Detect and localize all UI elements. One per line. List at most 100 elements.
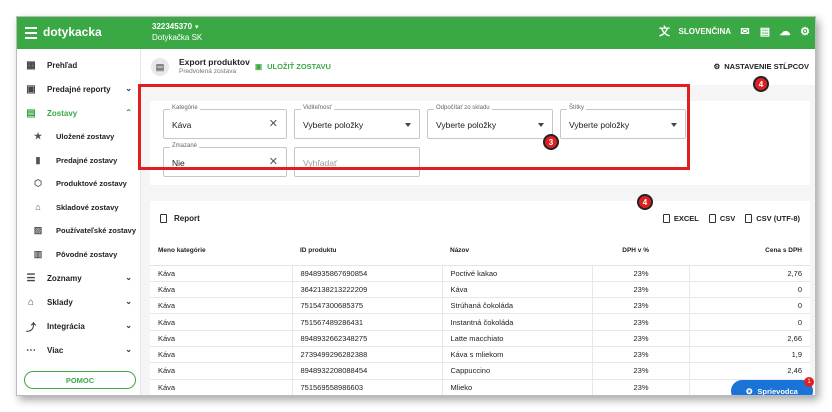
- document-icon[interactable]: ▤: [759, 25, 771, 38]
- integration-icon: ⤴: [26, 322, 36, 334]
- table-row[interactable]: Káva 8948935867690854 Poctivé kakao 23% 2,76: [150, 265, 810, 282]
- cloud-icon[interactable]: ☁: [779, 25, 791, 38]
- column-settings-label: NASTAVENIE STĹPCOV: [724, 62, 809, 71]
- excel-icon: [662, 214, 670, 223]
- table-cell: Latte macchiato: [442, 330, 593, 347]
- app-window: dotykacka 322345370 ▾ Dotykačka SK 文 SLOV…: [16, 16, 816, 396]
- save-report-button[interactable]: ▣ ULOŽIŤ ZOSTAVU: [255, 62, 331, 71]
- sidebar-item-viac[interactable]: ⋯ Viac ⌄: [17, 338, 140, 362]
- warehouse-icon: ⌂: [35, 202, 41, 213]
- table-cell: Káva: [150, 346, 293, 364]
- table-cell: Káva: [150, 313, 293, 331]
- table-cell: 751575557595907: [292, 395, 442, 396]
- annotation-badge: 3: [543, 134, 559, 150]
- sidebar-item-zoznamy[interactable]: ☰ Zoznamy ⌄: [17, 266, 140, 290]
- column-settings-button[interactable]: ⚙ NASTAVENIE STĹPCOV: [714, 62, 809, 71]
- table-row[interactable]: Káva 751567489286431 Instantná čokoláda 23%…: [150, 313, 810, 331]
- sidebar-item-label: Zostavy: [47, 108, 78, 118]
- language-selector[interactable]: SLOVENČINA: [679, 27, 731, 36]
- export-csv-utf8-button[interactable]: CSV (UTF-8): [745, 214, 800, 223]
- table-cell: 23%: [592, 395, 689, 396]
- guide-label: Sprievodca: [757, 386, 798, 396]
- table-cell: Káva: [150, 265, 293, 282]
- annotation-badge: 4: [637, 194, 653, 210]
- sidebar-sub-skladove-zostavy[interactable]: ⌂ Skladové zostavy: [17, 196, 140, 220]
- dashboard-icon: ▦: [26, 59, 36, 71]
- table-cell: Mlieko: [442, 379, 593, 395]
- table-row[interactable]: Káva 8948932662348275 Latte macchiato 23% 2,…: [150, 330, 810, 347]
- table-row[interactable]: Káva 8948932208088454 Cappuccino 23% 2,46: [150, 362, 810, 380]
- table-cell: Káva: [150, 281, 293, 299]
- company-id: 322345370: [152, 22, 193, 31]
- csv-icon: [745, 214, 753, 223]
- export-csv-button[interactable]: CSV: [708, 214, 736, 223]
- sidebar-item-label: Predajné zostavy: [56, 155, 118, 165]
- company-name: Dotykačka SK: [152, 33, 203, 42]
- table-cell: Instantná čokoláda: [442, 313, 593, 331]
- report-title: Report: [160, 214, 200, 223]
- column-header[interactable]: Meno kategórie: [150, 237, 292, 266]
- chevron-down-icon: ⌄: [125, 321, 132, 330]
- chevron-down-icon: ⌄: [125, 84, 132, 93]
- caret-down-icon: ▾: [195, 24, 199, 31]
- sidebar-item-label: Používateľské zostavy: [56, 226, 137, 236]
- table-cell: 751569558986603: [292, 379, 443, 395]
- table-cell: 8948935867690854: [292, 265, 443, 282]
- sidebar-item-zostavy[interactable]: ▤ Zostavy ⌃: [17, 101, 140, 125]
- column-header[interactable]: Cena s DPH: [689, 237, 810, 266]
- csv-icon: [708, 214, 716, 223]
- table-row[interactable]: Káva751575557595907Cukor23%0: [150, 395, 810, 396]
- guide-button[interactable]: ✪ Sprievodca: [731, 380, 813, 396]
- sidebar-sub-predajne-zostavy[interactable]: ▮ Predajné zostavy: [17, 149, 140, 173]
- sidebar-item-predajne-reporty[interactable]: ▣ Predajné reporty ⌄: [17, 77, 140, 101]
- table-cell: 8948932208088454: [292, 362, 443, 380]
- table-cell: 23%: [592, 330, 690, 347]
- sidebar-sub-povodne-zostavy[interactable]: ▥ Pôvodné zostavy: [17, 243, 140, 267]
- sidebar-sub-pouzivatelske-zostavy[interactable]: ▨ Používateľské zostavy: [17, 219, 140, 243]
- page-header: ▤ Export produktov Predvolená zostava ▣ U…: [141, 49, 815, 85]
- table-cell: 2739499296282388: [292, 346, 443, 364]
- table-cell: Cukor: [442, 395, 592, 396]
- table-row[interactable]: Káva 751547300685375 Strúhaná čokoláda 23% 0: [150, 297, 810, 315]
- guide-icon: ✪: [746, 386, 753, 396]
- help-button[interactable]: POMOC: [24, 371, 136, 389]
- document-icon: ▤: [26, 107, 36, 119]
- table-row[interactable]: Káva751569558986603Mlieko23%0: [150, 379, 810, 395]
- sidebar-item-label: Viac: [47, 345, 64, 355]
- sidebar-item-label: Pôvodné zostavy: [56, 249, 118, 259]
- table-cell: 8948932662348275: [292, 330, 443, 347]
- cube-icon: ⬡: [34, 178, 42, 189]
- gear-icon: ⚙: [713, 62, 721, 71]
- column-header[interactable]: ID produktu: [292, 237, 442, 266]
- sidebar-sub-ulozene-zostavy[interactable]: ★ Uložené zostavy: [17, 125, 140, 149]
- sidebar-item-sklady[interactable]: ⌂ Sklady ⌄: [17, 290, 140, 314]
- export-label: CSV: [719, 214, 736, 223]
- export-label: CSV (UTF-8): [756, 214, 800, 223]
- table-cell: 2,66: [689, 330, 810, 347]
- gear-icon[interactable]: ⚙: [799, 25, 811, 38]
- report-panel: Report EXCEL CSV CSV (UTF-8) Meno kategó…: [150, 201, 810, 396]
- column-header[interactable]: Názov: [442, 237, 592, 266]
- column-header[interactable]: DPH v %: [592, 237, 689, 266]
- more-icon: ⋯: [26, 344, 36, 356]
- table-row[interactable]: Káva 3642138213222209 Káva 23% 0: [150, 281, 810, 299]
- company-switcher[interactable]: 322345370 ▾ Dotykačka SK: [152, 22, 202, 43]
- table-row[interactable]: Káva 2739499296282388 Káva s mliekom 23% 1,9: [150, 346, 810, 364]
- sidebar-item-integracia[interactable]: ⤴ Integrácia ⌄: [17, 314, 140, 338]
- table-cell: 3642138213222209: [292, 281, 443, 299]
- export-excel-button[interactable]: EXCEL: [662, 214, 699, 223]
- report-table: Meno kategórie ID produktu Názov DPH v %…: [150, 237, 810, 396]
- warehouse-icon: ⌂: [27, 296, 35, 308]
- sidebar-item-label: Predajné reporty: [47, 84, 111, 94]
- star-icon: ★: [33, 131, 43, 142]
- list-icon: ☰: [26, 272, 36, 284]
- sidebar-item-prehlad[interactable]: ▦ Prehľad: [17, 53, 140, 77]
- chevron-up-icon: ⌃: [125, 108, 132, 117]
- mail-icon[interactable]: ✉: [739, 25, 751, 38]
- menu-icon[interactable]: [25, 27, 37, 39]
- logo[interactable]: dotykacka: [43, 25, 102, 39]
- translate-icon[interactable]: 文: [659, 25, 671, 38]
- table-cell: Káva s mliekom: [442, 346, 593, 364]
- sidebar-sub-produktove-zostavy[interactable]: ⬡ Produktové zostavy: [17, 172, 140, 196]
- top-bar: dotykacka 322345370 ▾ Dotykačka SK 文 SLOV…: [17, 17, 815, 49]
